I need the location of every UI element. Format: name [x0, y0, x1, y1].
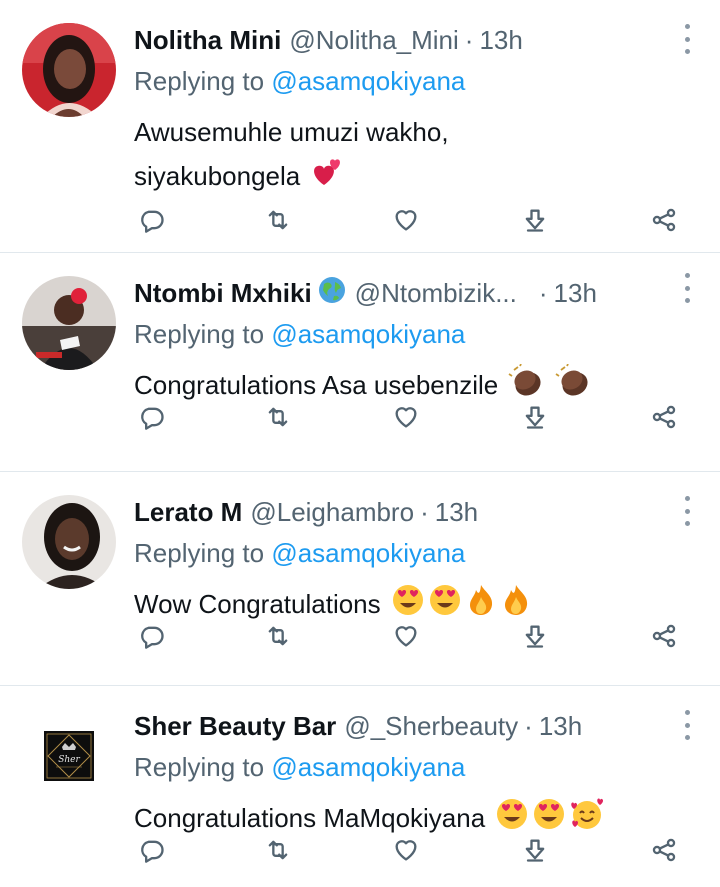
- like-icon[interactable]: [388, 618, 424, 654]
- user-handle[interactable]: @Ntombizik...: [355, 278, 517, 309]
- timestamp[interactable]: 13h: [554, 278, 597, 309]
- replying-to-label: Replying to: [134, 319, 265, 349]
- tweet-actions: [134, 618, 694, 654]
- retweet-icon[interactable]: [260, 399, 296, 435]
- reply-icon[interactable]: [134, 399, 170, 435]
- globe-icon: [317, 275, 347, 312]
- tweet-header: Ntombi Mxhiki @Ntombizik... · 13h: [134, 275, 670, 311]
- replying-to-label: Replying to: [134, 66, 265, 96]
- display-name[interactable]: Nolitha Mini: [134, 25, 281, 56]
- reply-tweet[interactable]: Ntombi Mxhiki @Ntombizik... · 13h Replyi…: [0, 253, 720, 472]
- retweet-icon[interactable]: [260, 202, 296, 238]
- tweet-text-line: Wow Congratulations: [134, 589, 381, 619]
- display-name[interactable]: Lerato M: [134, 497, 242, 528]
- more-options-icon[interactable]: [680, 496, 694, 526]
- retweet-icon[interactable]: [260, 618, 296, 654]
- like-icon[interactable]: [388, 399, 424, 435]
- avatar[interactable]: [22, 495, 116, 589]
- download-icon[interactable]: [517, 202, 553, 238]
- tweet-actions: [134, 202, 694, 238]
- tweet-text-line: siyakubongela: [134, 161, 301, 191]
- like-icon[interactable]: [388, 832, 424, 868]
- retweet-icon[interactable]: [260, 832, 296, 868]
- reply-icon[interactable]: [134, 618, 170, 654]
- replying-to: Replying to @asamqokiyana: [134, 66, 465, 97]
- user-handle[interactable]: @Leighambro: [250, 497, 414, 528]
- replying-to: Replying to @asamqokiyana: [134, 538, 465, 569]
- more-options-icon[interactable]: [680, 710, 694, 740]
- reply-tweet[interactable]: Sher Sher Beauty Bar @_Sherbeauty · 13h …: [0, 686, 720, 887]
- download-icon[interactable]: [517, 832, 553, 868]
- two-hearts-emoji: [310, 155, 344, 202]
- tweet-header: Sher Beauty Bar @_Sherbeauty · 13h: [134, 708, 670, 744]
- timestamp[interactable]: 13h: [479, 25, 522, 56]
- user-handle[interactable]: @_Sherbeauty: [344, 711, 518, 742]
- share-icon[interactable]: [646, 399, 682, 435]
- tweet-text: Awusemuhle umuzi wakho, siyakubongela: [134, 110, 654, 202]
- reply-tweet[interactable]: Lerato M @Leighambro · 13h Replying to @…: [0, 472, 720, 686]
- avatar[interactable]: Sher: [22, 709, 116, 803]
- tweet-text-line: Congratulations Asa usebenzile: [134, 370, 499, 400]
- tweet-actions: [134, 399, 694, 435]
- avatar[interactable]: [22, 276, 116, 370]
- reply-icon[interactable]: [134, 202, 170, 238]
- timestamp[interactable]: 13h: [539, 711, 582, 742]
- display-name[interactable]: Sher Beauty Bar: [134, 711, 336, 742]
- replying-to-handle[interactable]: @asamqokiyana: [271, 538, 465, 568]
- replying-to-handle[interactable]: @asamqokiyana: [271, 66, 465, 96]
- download-icon[interactable]: [517, 399, 553, 435]
- timestamp[interactable]: 13h: [435, 497, 478, 528]
- reply-tweet[interactable]: Nolitha Mini @Nolitha_Mini · 13h Replyin…: [0, 0, 720, 253]
- more-options-icon[interactable]: [680, 273, 694, 303]
- share-icon[interactable]: [646, 618, 682, 654]
- separator: ·: [420, 496, 429, 527]
- avatar[interactable]: [22, 23, 116, 117]
- replying-to-handle[interactable]: @asamqokiyana: [271, 319, 465, 349]
- replying-to-label: Replying to: [134, 752, 265, 782]
- separator: ·: [524, 710, 533, 741]
- user-handle[interactable]: @Nolitha_Mini: [289, 25, 458, 56]
- sher-logo-text: Sher: [58, 755, 80, 765]
- replying-to: Replying to @asamqokiyana: [134, 319, 465, 350]
- display-name[interactable]: Ntombi Mxhiki: [134, 278, 312, 309]
- tweet-actions: [134, 832, 694, 868]
- replying-to-label: Replying to: [134, 538, 265, 568]
- separator: ·: [464, 24, 474, 55]
- replies-feed: Nolitha Mini @Nolitha_Mini · 13h Replyin…: [0, 0, 720, 887]
- reply-icon[interactable]: [134, 832, 170, 868]
- separator: ·: [538, 277, 548, 308]
- tweet-header: Lerato M @Leighambro · 13h: [134, 494, 670, 530]
- share-icon[interactable]: [646, 832, 682, 868]
- tweet-text-line: Awusemuhle umuzi wakho,: [134, 117, 449, 147]
- more-options-icon[interactable]: [680, 24, 694, 54]
- tweet-header: Nolitha Mini @Nolitha_Mini · 13h: [134, 22, 670, 58]
- replying-to-handle[interactable]: @asamqokiyana: [271, 752, 465, 782]
- tweet-text-line: Congratulations MaMqokiyana: [134, 803, 486, 833]
- download-icon[interactable]: [517, 618, 553, 654]
- replying-to: Replying to @asamqokiyana: [134, 752, 465, 783]
- like-icon[interactable]: [388, 202, 424, 238]
- share-icon[interactable]: [646, 202, 682, 238]
